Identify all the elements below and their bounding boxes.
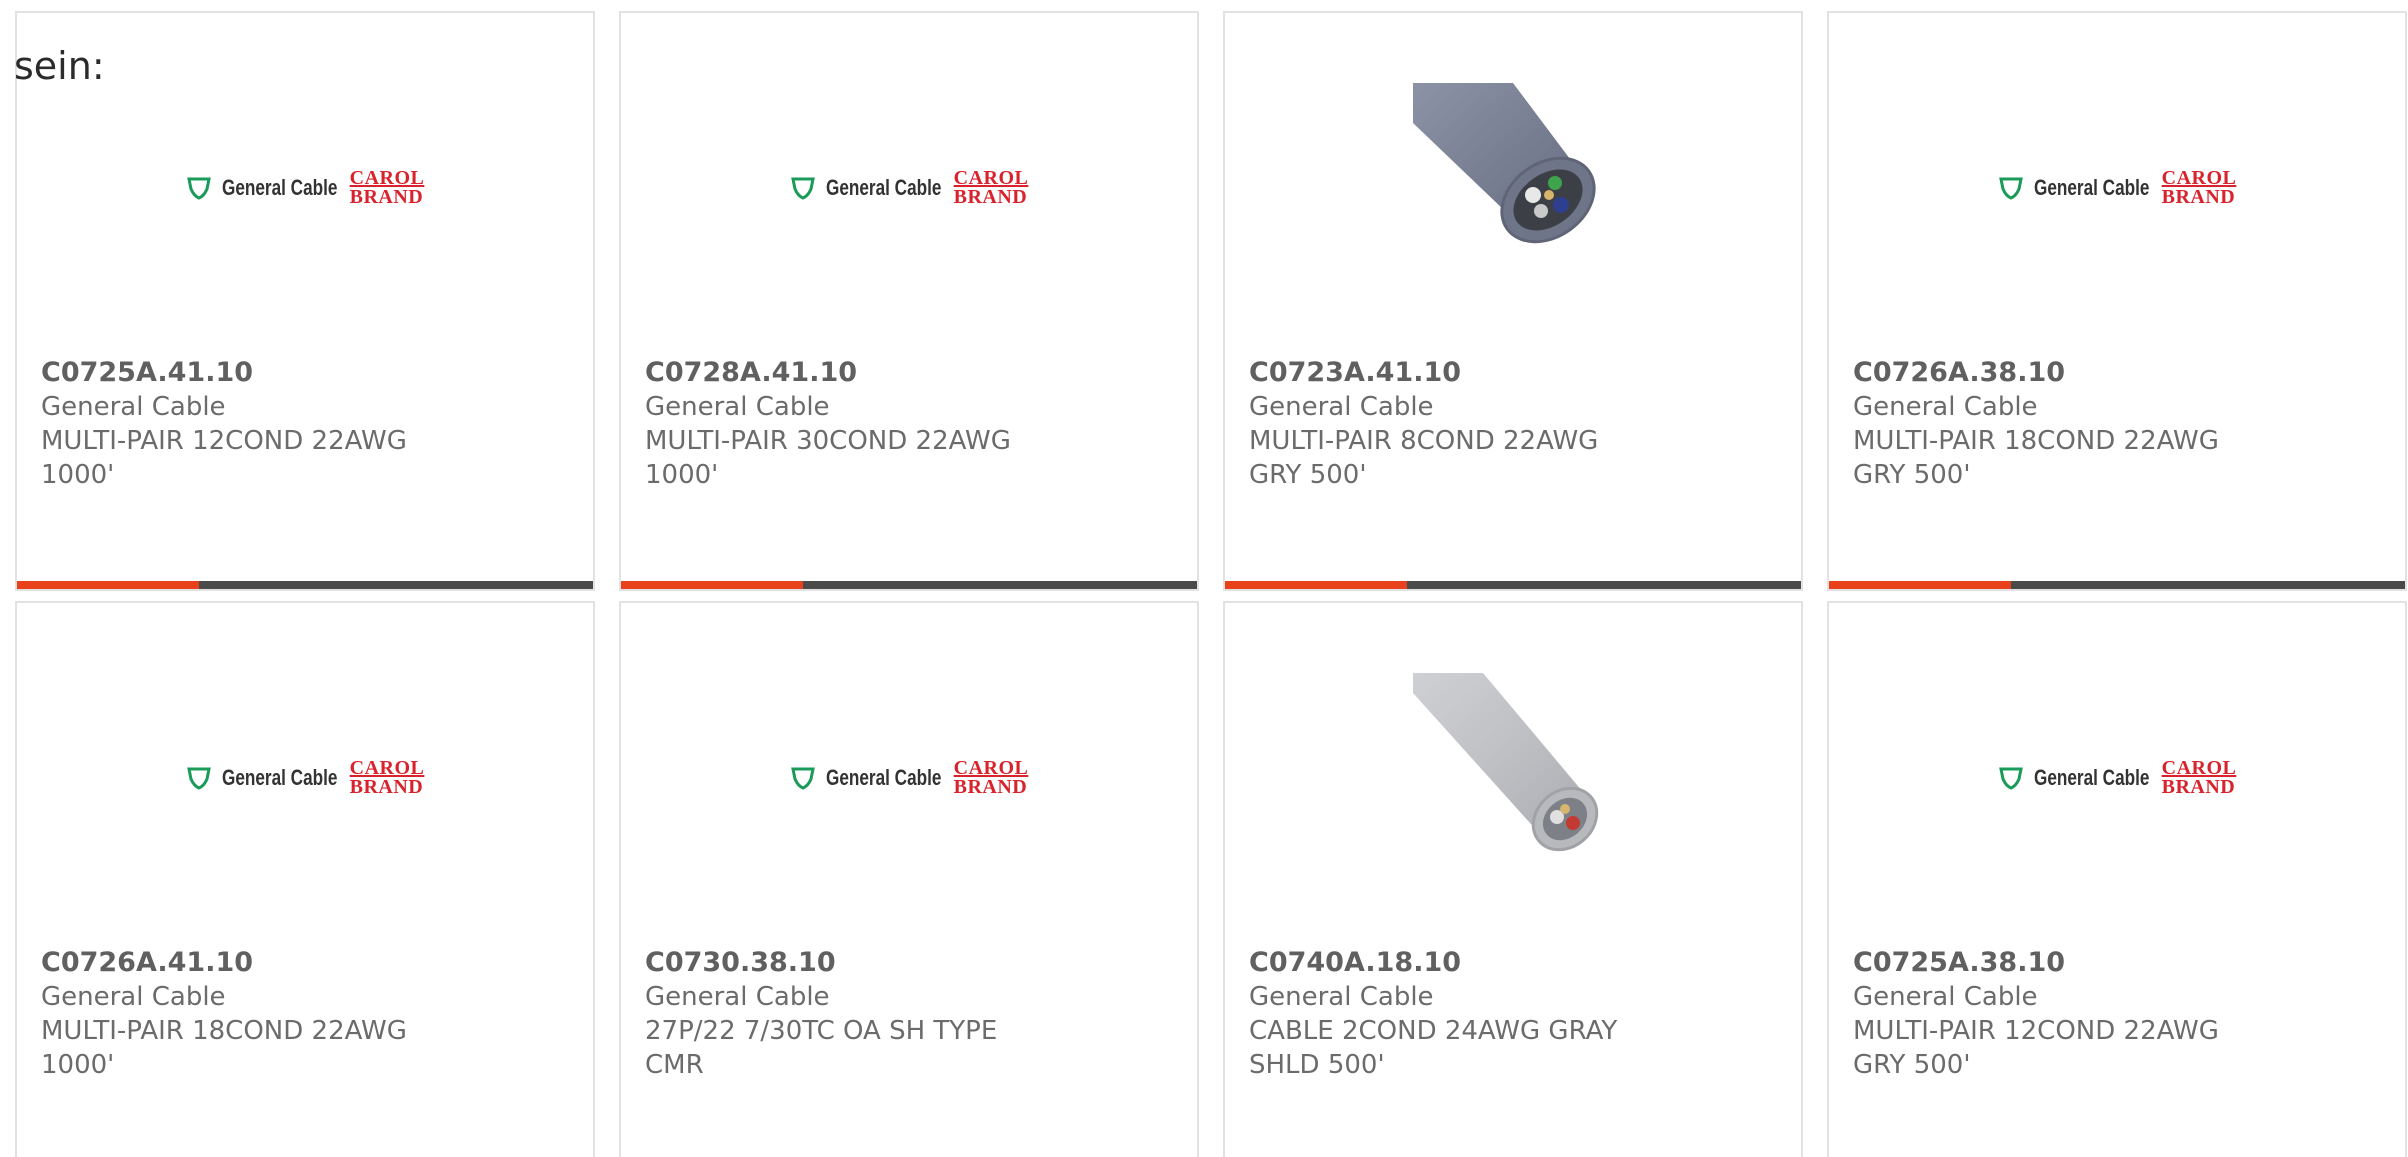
card-accent (621, 581, 803, 589)
general-cable-carol-logo: General Cable CAROL BRAND (1998, 167, 2237, 208)
product-card[interactable]: C0740A.18.10 General Cable CABLE 2COND 2… (1223, 601, 1803, 1157)
general-cable-carol-logo: General Cable CAROL BRAND (186, 757, 425, 798)
brand-name: General Cable (1853, 392, 2038, 422)
part-number[interactable]: C0726A.38.10 (1853, 356, 2385, 390)
shield-icon (186, 767, 211, 790)
product-image: General Cable CAROL BRAND (621, 83, 1197, 293)
general-cable-carol-logo: General Cable CAROL BRAND (1998, 757, 2237, 798)
card-accent (1829, 581, 2011, 589)
product-description: MULTI-PAIR 8COND 22AWG GRY 500' (1249, 426, 1599, 490)
product-card[interactable]: General Cable CAROL BRAND C0728A.41.10 Ge… (619, 11, 1199, 591)
product-card[interactable]: C0723A.41.10 General Cable MULTI-PAIR 8C… (1223, 11, 1803, 591)
carol-brand-mark: CAROL BRAND (2161, 757, 2237, 798)
product-description: 27P/22 7/30TC OA SH TYPE CMR (645, 1016, 998, 1080)
shield-icon (186, 177, 211, 200)
card-bottom-bar (1225, 581, 1801, 589)
shield-icon (790, 177, 815, 200)
product-image: General Cable CAROL BRAND (17, 83, 593, 293)
product-description: MULTI-PAIR 18COND 22AWG 1000' (41, 1016, 407, 1080)
product-image: General Cable CAROL BRAND (621, 673, 1197, 883)
brand-name: General Cable (645, 392, 830, 422)
product-info: C0725A.38.10 General Cable MULTI-PAIR 12… (1853, 946, 2385, 1082)
product-info: C0725A.41.10 General Cable MULTI-PAIR 12… (41, 356, 573, 492)
product-card[interactable]: General Cable CAROL BRAND C0725A.38.10 Ge… (1827, 601, 2407, 1157)
product-description: MULTI-PAIR 12COND 22AWG 1000' (41, 426, 407, 490)
logo-text: General Cable (221, 175, 338, 200)
card-bottom-bar (1829, 581, 2405, 589)
product-card[interactable]: General Cable CAROL BRAND C0725A.41.10 Ge… (15, 11, 595, 591)
logo-text: General Cable (2033, 175, 2150, 200)
part-number[interactable]: C0728A.41.10 (645, 356, 1177, 390)
product-image: General Cable CAROL BRAND (1829, 673, 2405, 883)
product-description: MULTI-PAIR 18COND 22AWG GRY 500' (1853, 426, 2219, 490)
brand-name: General Cable (1249, 392, 1434, 422)
cable-photo (1413, 83, 1613, 293)
product-description: MULTI-PAIR 12COND 22AWG GRY 500' (1853, 1016, 2219, 1080)
logo-text: General Cable (825, 175, 942, 200)
part-number[interactable]: C0725A.41.10 (41, 356, 573, 390)
brand-name: General Cable (645, 982, 830, 1012)
product-image: General Cable CAROL BRAND (17, 673, 593, 883)
product-info: C0723A.41.10 General Cable MULTI-PAIR 8C… (1249, 356, 1781, 492)
general-cable-carol-logo: General Cable CAROL BRAND (186, 167, 425, 208)
logo-text: General Cable (825, 765, 942, 790)
product-info: C0726A.38.10 General Cable MULTI-PAIR 18… (1853, 356, 2385, 492)
product-info: C0726A.41.10 General Cable MULTI-PAIR 18… (41, 946, 573, 1082)
product-description: CABLE 2COND 24AWG GRAY SHLD 500' (1249, 1016, 1618, 1080)
carol-brand-mark: CAROL BRAND (349, 757, 425, 798)
product-info: C0740A.18.10 General Cable CABLE 2COND 2… (1249, 946, 1781, 1082)
product-info: C0730.38.10 General Cable 27P/22 7/30TC … (645, 946, 1177, 1082)
product-description: MULTI-PAIR 30COND 22AWG 1000' (645, 426, 1011, 490)
part-number[interactable]: C0730.38.10 (645, 946, 1177, 980)
brand-name: General Cable (1249, 982, 1434, 1012)
card-accent (17, 581, 199, 589)
carol-brand-mark: CAROL BRAND (2161, 167, 2237, 208)
part-number[interactable]: C0725A.38.10 (1853, 946, 2385, 980)
intro-text: sein: (14, 44, 105, 88)
carol-brand-mark: CAROL BRAND (953, 757, 1029, 798)
logo-text: General Cable (221, 765, 338, 790)
card-bottom-bar (621, 581, 1197, 589)
cable-photo (1413, 673, 1613, 883)
product-card[interactable]: General Cable CAROL BRAND C0726A.41.10 Ge… (15, 601, 595, 1157)
carol-brand-mark: CAROL BRAND (953, 167, 1029, 208)
shield-icon (1998, 177, 2023, 200)
product-image (1225, 673, 1801, 883)
general-cable-carol-logo: General Cable CAROL BRAND (790, 167, 1029, 208)
brand-name: General Cable (41, 392, 226, 422)
part-number[interactable]: C0723A.41.10 (1249, 356, 1781, 390)
product-listing-page: General Cable CAROL BRAND C0725A.41.10 Ge… (0, 0, 2408, 1157)
shield-icon (790, 767, 815, 790)
product-card[interactable]: General Cable CAROL BRAND C0730.38.10 Gen… (619, 601, 1199, 1157)
product-card[interactable]: General Cable CAROL BRAND C0726A.38.10 Ge… (1827, 11, 2407, 591)
carol-brand-mark: CAROL BRAND (349, 167, 425, 208)
card-bottom-bar (17, 581, 593, 589)
card-accent (1225, 581, 1407, 589)
general-cable-carol-logo: General Cable CAROL BRAND (790, 757, 1029, 798)
shield-icon (1998, 767, 2023, 790)
logo-text: General Cable (2033, 765, 2150, 790)
product-image: General Cable CAROL BRAND (1829, 83, 2405, 293)
product-image (1225, 83, 1801, 293)
part-number[interactable]: C0726A.41.10 (41, 946, 573, 980)
brand-name: General Cable (1853, 982, 2038, 1012)
product-info: C0728A.41.10 General Cable MULTI-PAIR 30… (645, 356, 1177, 492)
part-number[interactable]: C0740A.18.10 (1249, 946, 1781, 980)
product-grid: General Cable CAROL BRAND C0725A.41.10 Ge… (15, 11, 2407, 1157)
brand-name: General Cable (41, 982, 226, 1012)
